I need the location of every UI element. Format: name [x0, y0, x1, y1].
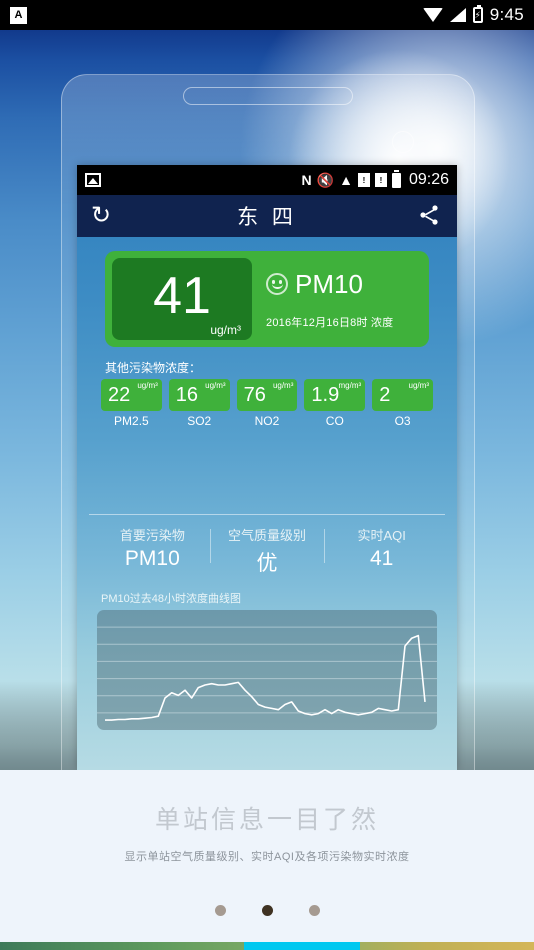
summary-row: 首要污染物 PM10 空气质量级别 优 实时AQI 41 — [77, 515, 457, 577]
phone-clock: 09:26 — [408, 171, 449, 188]
list-item[interactable]: 16 ug/m³ SO2 — [168, 379, 230, 428]
caption-panel: 单站信息一目了然 显示单站空气质量级别、实时AQI及各项污染物实时浓度 — [0, 770, 534, 950]
pollutant-value-box: 22 ug/m³ — [101, 379, 162, 411]
page-dot-3[interactable] — [308, 905, 320, 916]
concentration-value: 41 — [153, 267, 211, 325]
pollutant-value: 16 — [175, 384, 199, 406]
status-notifications: A — [10, 6, 27, 24]
caption-subtitle: 显示单站空气质量级别、实时AQI及各项污染物实时浓度 — [124, 851, 410, 863]
pollutant-label: O3 — [394, 414, 411, 428]
pollutant-unit: ug/m³ — [205, 381, 226, 390]
page-dot-1[interactable] — [214, 905, 226, 916]
battery-charging-icon: ⚡ — [472, 5, 483, 23]
pollutant-value: 2 — [379, 384, 391, 406]
summary-primary-pollutant: 首要污染物 PM10 — [95, 525, 210, 577]
pollutant-label: CO — [325, 414, 344, 428]
chart-canvas — [97, 626, 437, 730]
page-indicator — [0, 905, 534, 916]
caption-title: 单站信息一目了然 — [154, 806, 379, 834]
list-item[interactable]: 76 ug/m³ NO2 — [236, 379, 298, 428]
pollutant-value-box: 16 ug/m³ — [168, 379, 230, 411]
summary-label: 实时AQI — [357, 528, 406, 543]
bottom-accent-bar — [0, 942, 534, 950]
pollutant-label: SO2 — [187, 414, 212, 428]
primary-pollutant-card[interactable]: 41 ug/m³ PM10 2016年12月16日8时 浓度 — [105, 251, 429, 347]
summary-air-quality-level: 空气质量级别 优 — [209, 525, 325, 577]
other-pollutants-list: 22 ug/m³ PM2.5 16 ug/m³ SO2 76 ug/m³ NO2… — [77, 379, 457, 428]
pollutant-unit: ug/m³ — [408, 381, 429, 390]
nfc-icon: N — [301, 172, 312, 188]
phone-status-icons: N 🔇 ▲ ! ! 09:26 — [301, 169, 449, 189]
pollutant-value: 76 — [243, 384, 266, 406]
pollutant-value-box: 2 ug/m³ — [372, 379, 433, 411]
picture-icon — [85, 173, 101, 187]
status-clock: 9:45 — [489, 5, 524, 24]
pollutant-value-box: 1.9 mg/m³ — [304, 379, 366, 411]
summary-label: 空气质量级别 — [228, 528, 307, 543]
pollutant-label: PM2.5 — [114, 414, 149, 428]
cell-signal-icon — [449, 8, 466, 22]
smiley-face-icon — [266, 273, 288, 295]
app-screen: N 🔇 ▲ ! ! 09:26 ↻ 东 四 41 ug/m³ PM10 2016… — [77, 165, 457, 770]
list-item[interactable]: 2 ug/m³ O3 — [372, 379, 433, 428]
measurement-timestamp: 2016年12月16日8时 浓度 — [266, 316, 394, 329]
battery-full-icon — [391, 169, 401, 188]
pollutant-unit: mg/m³ — [338, 381, 362, 390]
pollutant-name: PM10 — [295, 268, 363, 299]
phone-camera-lens — [392, 131, 414, 153]
pollutant-value: 22 — [108, 384, 131, 406]
wifi-icon — [422, 8, 443, 22]
sim-card-2-icon: ! — [374, 173, 387, 187]
pollutant-unit: ug/m³ — [272, 381, 294, 390]
share-icon[interactable] — [417, 203, 443, 229]
summary-realtime-aqi: 实时AQI 41 — [324, 525, 439, 577]
sim-card-1-icon: ! — [357, 173, 370, 187]
other-pollutants-label: 其他污染物浓度： — [105, 361, 202, 375]
status-system-icons: ⚡ 9:45 — [422, 5, 524, 25]
volume-mute-icon: 🔇 — [316, 172, 335, 188]
app-a-icon: A — [10, 6, 27, 24]
summary-value: 41 — [370, 547, 394, 570]
concentration-unit: ug/m³ — [210, 323, 241, 337]
refresh-icon[interactable]: ↻ — [91, 203, 117, 229]
pollutant-name-row: PM10 — [266, 269, 422, 300]
chart-title: PM10过去48小时浓度曲线图 — [101, 593, 241, 605]
summary-value: PM10 — [124, 547, 180, 570]
list-item[interactable]: 1.9 mg/m³ CO — [304, 379, 366, 428]
app-title-bar: ↻ 东 四 — [77, 195, 457, 237]
android-status-bar: A ⚡ 9:45 — [0, 0, 534, 30]
phone-speaker-slot — [183, 87, 353, 105]
pollutant-label: NO2 — [254, 414, 280, 428]
pollutant-value: 1.9 — [311, 384, 340, 406]
concentration-value-box: 41 ug/m³ — [112, 258, 252, 340]
page-title: 东 四 — [237, 206, 297, 229]
phone-status-bar: N 🔇 ▲ ! ! 09:26 — [77, 165, 457, 195]
card-details: PM10 2016年12月16日8时 浓度 — [252, 269, 422, 330]
concentration-line-chart[interactable] — [97, 610, 437, 730]
pollutant-value-box: 76 ug/m³ — [236, 379, 298, 411]
page-dot-2[interactable] — [261, 905, 273, 916]
summary-label: 首要污染物 — [119, 528, 185, 543]
pollutant-unit: ug/m³ — [137, 381, 158, 390]
summary-value: 优 — [256, 552, 278, 575]
wifi-icon: ▲ — [339, 172, 353, 188]
list-item[interactable]: 22 ug/m³ PM2.5 — [101, 379, 162, 428]
